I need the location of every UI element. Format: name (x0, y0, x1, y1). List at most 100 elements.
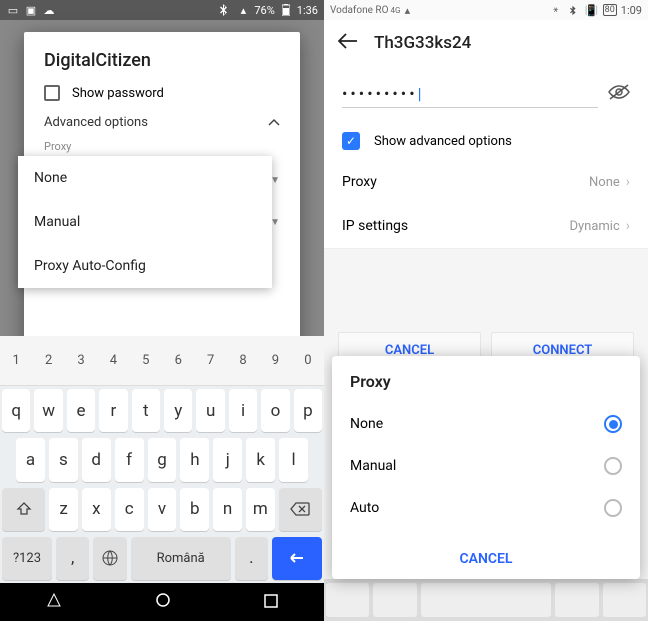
key-x[interactable]: x (82, 488, 111, 531)
language-key[interactable] (93, 537, 126, 580)
proxy-label: Proxy (44, 140, 280, 153)
show-advanced-row[interactable]: ✓ Show advanced options (324, 122, 648, 160)
comma-key[interactable]: , (56, 537, 89, 580)
key-4[interactable]: 4 (99, 339, 127, 382)
show-advanced-checkbox[interactable]: ✓ (342, 132, 360, 150)
back-arrow-icon[interactable] (338, 33, 358, 53)
key-8[interactable]: 8 (229, 339, 257, 382)
key-r[interactable]: r (99, 389, 127, 432)
dropdown-item-none[interactable]: None (18, 156, 272, 200)
bluetooth-icon (218, 3, 232, 17)
radio-auto[interactable]: Auto (350, 487, 622, 529)
battery-text: 76% (254, 4, 274, 17)
key-1[interactable]: 1 (2, 339, 30, 382)
android-navbar (0, 583, 324, 621)
key-q[interactable]: q (2, 389, 30, 432)
symbols-key[interactable]: ?123 (2, 537, 52, 580)
proxy-setting-row[interactable]: Proxy None › (324, 160, 648, 204)
ip-setting-row[interactable]: IP settings Dynamic › (324, 204, 648, 248)
status-bar-right: Vodafone RO 4G ▴ ⚹ 📳 80 1:09 (324, 0, 648, 20)
radio-label: Manual (350, 458, 396, 474)
key-t[interactable]: t (132, 389, 160, 432)
key-7[interactable]: 7 (196, 339, 224, 382)
key-f[interactable]: f (115, 438, 144, 481)
keyboard-peek (324, 579, 648, 621)
sheet-title: Proxy (350, 372, 622, 391)
key-p[interactable]: p (294, 389, 322, 432)
home-icon[interactable] (154, 591, 172, 613)
key-y[interactable]: y (164, 389, 192, 432)
backspace-key[interactable] (279, 488, 322, 531)
signal-icon: ▴ (236, 3, 250, 17)
key-j[interactable]: j (213, 438, 242, 481)
shift-key[interactable] (2, 488, 45, 531)
key-z[interactable]: z (49, 488, 78, 531)
dropdown-item-manual[interactable]: Manual (18, 200, 272, 244)
key-d[interactable]: d (82, 438, 111, 481)
enter-key[interactable] (272, 537, 322, 580)
key-e[interactable]: e (67, 389, 95, 432)
key-6[interactable]: 6 (164, 339, 192, 382)
show-password-checkbox[interactable] (44, 85, 60, 101)
space-key[interactable]: Română (131, 537, 231, 580)
key-i[interactable]: i (229, 389, 257, 432)
bluetooth-icon (567, 3, 581, 17)
key-5[interactable]: 5 (132, 339, 160, 382)
key-s[interactable]: s (49, 438, 78, 481)
advanced-options-label: Advanced options (44, 115, 148, 130)
screen-right: Vodafone RO 4G ▴ ⚹ 📳 80 1:09 Th3G33ks24 … (324, 0, 648, 621)
key-k[interactable]: k (246, 438, 275, 481)
key-u[interactable]: u (196, 389, 224, 432)
proxy-bottom-sheet: Proxy None Manual Auto CANCEL (332, 356, 640, 579)
key-2[interactable]: 2 (34, 339, 62, 382)
password-field[interactable]: •••••••••| (342, 80, 598, 108)
advanced-options-row[interactable]: Advanced options (44, 115, 280, 130)
period-key[interactable]: . (235, 537, 268, 580)
image-icon: ▣ (24, 3, 38, 17)
ip-setting-label: IP settings (342, 218, 408, 234)
key-m[interactable]: m (246, 488, 275, 531)
key-o[interactable]: o (261, 389, 289, 432)
key-c[interactable]: c (115, 488, 144, 531)
cloud-icon: ☁ (42, 3, 56, 17)
show-advanced-label: Show advanced options (374, 134, 512, 149)
recents-icon[interactable] (264, 593, 278, 612)
chevron-up-icon (268, 115, 280, 130)
ip-setting-value: Dynamic (569, 219, 619, 234)
radio-manual[interactable]: Manual (350, 445, 622, 487)
chevron-right-icon: › (626, 174, 630, 190)
radio-icon (604, 457, 622, 475)
page-header: Th3G33ks24 (324, 20, 648, 66)
clock-text: 1:36 (297, 4, 318, 17)
battery-icon (279, 3, 293, 17)
network-type: 4G (390, 6, 400, 15)
key-g[interactable]: g (148, 438, 177, 481)
radio-label: Auto (350, 500, 379, 516)
key-h[interactable]: h (180, 438, 209, 481)
key-w[interactable]: w (34, 389, 62, 432)
sheet-cancel-button[interactable]: CANCEL (350, 539, 622, 571)
notif-icon: ▭ (6, 3, 20, 17)
key-3[interactable]: 3 (67, 339, 95, 382)
proxy-dropdown-popup: None Manual Proxy Auto-Config (18, 156, 272, 288)
dialog-title: DigitalCitizen (44, 50, 280, 71)
key-n[interactable]: n (213, 488, 242, 531)
visibility-off-icon[interactable] (608, 83, 630, 105)
show-password-row[interactable]: Show password (44, 85, 280, 101)
nfc-icon: ⚹ (549, 3, 563, 17)
dropdown-item-pac[interactable]: Proxy Auto-Config (18, 244, 272, 288)
radio-none[interactable]: None (350, 403, 622, 445)
key-0[interactable]: 0 (294, 339, 322, 382)
key-a[interactable]: a (16, 438, 45, 481)
radio-selected-icon (604, 415, 622, 433)
back-icon[interactable] (46, 592, 62, 612)
clock-text: 1:09 (621, 4, 642, 17)
chevron-right-icon: › (626, 218, 630, 234)
carrier-text: Vodafone RO (330, 5, 388, 16)
key-b[interactable]: b (180, 488, 209, 531)
soft-keyboard: 1234567890 qwertyuiop asdfghjkl zxcvbnm … (0, 336, 324, 583)
key-v[interactable]: v (148, 488, 177, 531)
radio-icon (604, 499, 622, 517)
key-l[interactable]: l (279, 438, 308, 481)
key-9[interactable]: 9 (261, 339, 289, 382)
